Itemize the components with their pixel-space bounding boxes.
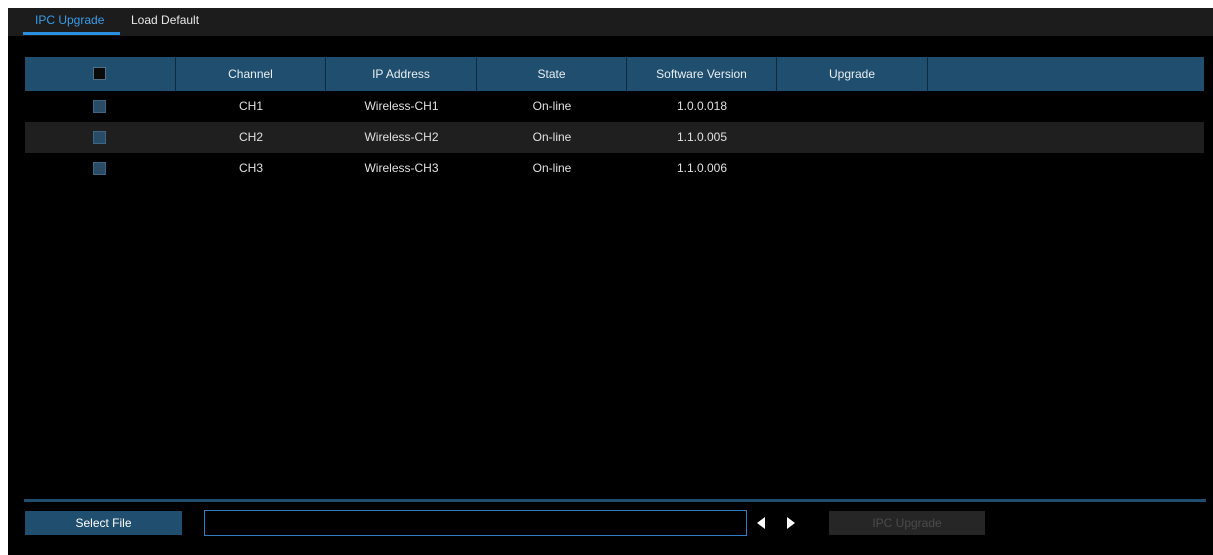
triangle-left-icon[interactable] — [753, 514, 769, 532]
cell-software-version: 1.0.0.018 — [676, 99, 728, 113]
column-header-upgrade[interactable]: Upgrade — [777, 57, 928, 91]
row-checkbox[interactable] — [93, 131, 106, 144]
cell-ip-address: Wireless-CH1 — [364, 99, 439, 113]
tab-load-default[interactable]: Load Default — [131, 8, 199, 36]
cell-upgrade — [777, 122, 928, 153]
select-file-button[interactable]: Select File — [25, 511, 182, 535]
ipc-table: Channel IP Address State Software Versio… — [25, 57, 1204, 184]
column-header-channel[interactable]: Channel — [176, 57, 326, 91]
cell-upgrade — [777, 153, 928, 184]
select-all-column — [25, 57, 176, 91]
row-checkbox[interactable] — [93, 162, 106, 175]
cell-channel: CH2 — [238, 130, 263, 144]
cell-ip-address: Wireless-CH3 — [364, 161, 439, 175]
table-header: Channel IP Address State Software Versio… — [25, 57, 1204, 91]
column-header-ip-address[interactable]: IP Address — [326, 57, 477, 91]
select-all-checkbox[interactable] — [93, 67, 106, 80]
row-checkbox[interactable] — [93, 100, 106, 113]
cell-state: On-line — [532, 130, 572, 144]
cell-channel: CH3 — [238, 161, 263, 175]
column-header-filler — [928, 57, 1204, 91]
cell-upgrade — [777, 91, 928, 122]
cell-state: On-line — [532, 161, 572, 175]
table-row[interactable]: CH2 Wireless-CH2 On-line 1.1.0.005 — [25, 122, 1204, 153]
active-tab-indicator — [23, 32, 120, 35]
column-header-state[interactable]: State — [477, 57, 627, 91]
ipc-upgrade-button[interactable]: IPC Upgrade — [829, 511, 985, 535]
table-row[interactable]: CH3 Wireless-CH3 On-line 1.1.0.006 — [25, 153, 1204, 184]
cell-channel: CH1 — [238, 99, 263, 113]
cell-software-version: 1.1.0.006 — [676, 161, 728, 175]
ipc-upgrade-panel: IPC Upgrade Load Default Channel IP Addr… — [8, 8, 1213, 555]
footer-divider — [24, 499, 1206, 502]
cell-software-version: 1.1.0.005 — [676, 130, 728, 144]
table-row[interactable]: CH1 Wireless-CH1 On-line 1.0.0.018 — [25, 91, 1204, 122]
triangle-right-icon[interactable] — [783, 514, 799, 532]
column-header-software-version[interactable]: Software Version — [627, 57, 777, 91]
file-path-field[interactable] — [204, 510, 747, 536]
cell-ip-address: Wireless-CH2 — [364, 130, 439, 144]
tab-bar: IPC Upgrade Load Default — [8, 8, 1213, 36]
cell-state: On-line — [532, 99, 572, 113]
